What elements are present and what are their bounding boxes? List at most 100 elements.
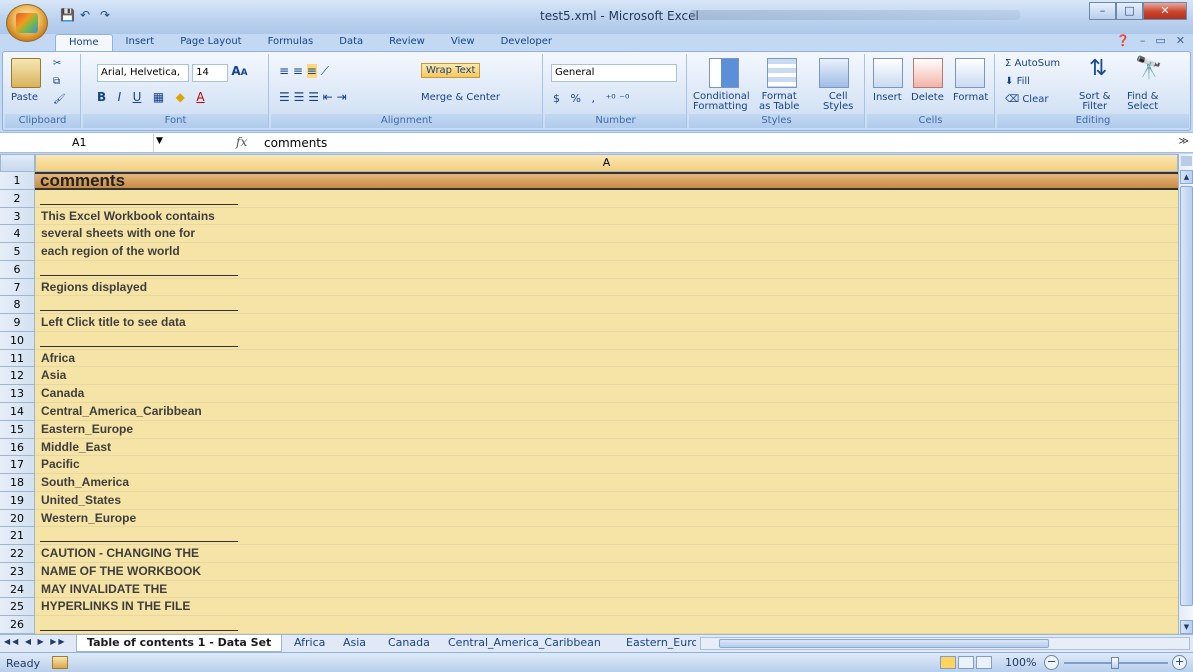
worksheet-grid[interactable]: 1 comments 2 3 This Excel Workbook contains 4… — [0, 172, 1178, 634]
office-button[interactable] — [6, 4, 48, 42]
cell[interactable]: Middle_East — [35, 438, 1178, 457]
vertical-scrollbar[interactable]: ▲ ▼ — [1178, 154, 1193, 634]
decrease-decimal-icon[interactable]: ⁻⁰ — [619, 92, 629, 105]
conditional-formatting-button[interactable]: Conditional Formatting — [693, 92, 750, 112]
conditional-formatting-icon[interactable] — [709, 58, 739, 88]
percent-button[interactable]: % — [571, 92, 581, 105]
copy-icon[interactable]: ⧉ — [53, 76, 60, 87]
cell-styles-icon[interactable] — [819, 58, 849, 88]
sort-filter-icon[interactable]: ⇅ — [1089, 56, 1107, 81]
cell[interactable] — [35, 331, 1178, 350]
cell[interactable]: each region of the world — [35, 243, 1178, 261]
row-header[interactable]: 6 — [0, 260, 35, 279]
font-size-dropdown[interactable]: 14 — [192, 64, 229, 82]
align-right-icon[interactable]: ☰ — [308, 90, 319, 104]
maximize-button[interactable]: □ — [1116, 2, 1143, 20]
minimize-button[interactable]: – — [1089, 2, 1116, 20]
row-header[interactable]: 21 — [0, 527, 35, 546]
select-all-corner[interactable] — [0, 154, 35, 172]
cell[interactable]: Regions displayed — [35, 278, 1178, 297]
cell[interactable]: Asia — [35, 367, 1178, 386]
vertical-scroll-thumb[interactable] — [1180, 186, 1193, 606]
cell[interactable]: Western_Europe — [35, 509, 1178, 528]
bold-icon[interactable]: B — [97, 90, 106, 104]
page-layout-view-icon[interactable] — [958, 656, 974, 669]
macro-record-icon[interactable] — [52, 656, 68, 669]
sheet-tab[interactable]: Table of contents 1 - Data Set — [76, 635, 283, 652]
sheet-tab[interactable]: Africa — [284, 635, 335, 652]
currency-button[interactable]: $ — [553, 92, 560, 105]
cell[interactable]: Canada — [35, 385, 1178, 403]
format-painter-icon[interactable]: 🖌 — [53, 94, 66, 105]
sheet-tab[interactable]: Asia — [333, 635, 376, 652]
tab-formulas[interactable]: Formulas — [255, 34, 327, 52]
ribbon-close-icon[interactable]: ✕ — [1176, 34, 1185, 47]
align-top-icon[interactable]: ≡ — [279, 64, 289, 78]
row-header[interactable]: 24 — [0, 580, 35, 599]
row-header[interactable]: 8 — [0, 296, 35, 315]
underline-icon[interactable]: U — [133, 90, 142, 104]
cell-a1-comments[interactable]: comments — [35, 172, 1178, 190]
align-center-icon[interactable]: ☰ — [294, 90, 305, 104]
name-box[interactable]: A1 — [2, 134, 154, 152]
sheet-tab[interactable]: Central_America_Caribbean — [438, 635, 611, 652]
fill-color-icon[interactable]: ◆ — [176, 90, 185, 104]
align-left-icon[interactable]: ☰ — [279, 90, 290, 104]
cell[interactable]: United_States — [35, 491, 1178, 510]
row-header[interactable]: 14 — [0, 403, 35, 421]
help-icon[interactable]: ❓ — [1116, 34, 1130, 47]
formula-input[interactable]: comments — [264, 136, 327, 150]
sort-filter-button[interactable]: Sort & Filter — [1079, 92, 1110, 112]
row-header[interactable]: 16 — [0, 438, 35, 457]
delete-cells-icon[interactable] — [913, 58, 943, 88]
wrap-text-button[interactable]: Wrap Text — [421, 63, 481, 78]
cell[interactable]: NAME OF THE WORKBOOK — [35, 562, 1178, 581]
format-cells-icon[interactable] — [955, 58, 985, 88]
cell[interactable]: Central_America_Caribbean — [35, 403, 1178, 421]
cell[interactable]: CAUTION - CHANGING THE — [35, 545, 1178, 563]
row-header[interactable]: 25 — [0, 598, 35, 617]
cell[interactable]: Eastern_Europe — [35, 420, 1178, 439]
expand-formula-bar-icon[interactable]: ≫ — [1179, 136, 1189, 147]
font-name-dropdown[interactable]: Arial, Helvetica, — [97, 64, 189, 82]
cell[interactable]: MAY INVALIDATE THE — [35, 580, 1178, 599]
grow-font-icon[interactable]: A — [231, 64, 240, 78]
cell[interactable]: HYPERLINKS IN THE FILE — [35, 598, 1178, 617]
tab-insert[interactable]: Insert — [113, 34, 168, 52]
row-header[interactable]: 7 — [0, 278, 35, 297]
cell[interactable]: Left Click title to see data — [35, 314, 1178, 332]
fill-button[interactable]: ⬇ Fill — [1005, 76, 1030, 87]
row-header[interactable]: 12 — [0, 367, 35, 386]
row-header[interactable]: 20 — [0, 509, 35, 528]
horizontal-scrollbar[interactable] — [700, 637, 1190, 650]
align-middle-icon[interactable]: ≡ — [293, 64, 303, 78]
cell[interactable] — [35, 296, 1178, 315]
increase-decimal-icon[interactable]: ⁺⁰ — [605, 92, 615, 105]
horizontal-scroll-thumb[interactable] — [719, 639, 1049, 648]
align-bottom-icon[interactable]: ≡ — [306, 64, 317, 78]
insert-cells-icon[interactable] — [873, 58, 903, 88]
cell[interactable]: Africa — [35, 349, 1178, 368]
tab-page-layout[interactable]: Page Layout — [167, 34, 254, 52]
split-box[interactable] — [1181, 156, 1192, 166]
sheet-navigation-icons[interactable]: ◀◀ ◀ ▶ ▶▶ — [4, 637, 67, 646]
cell[interactable] — [35, 189, 1178, 208]
format-cells-button[interactable]: Format — [953, 92, 988, 103]
zoom-level[interactable]: 100% — [1005, 656, 1036, 669]
merge-center-button[interactable]: Merge & Center — [421, 92, 500, 103]
autosum-button[interactable]: Σ AutoSum — [1005, 58, 1060, 69]
delete-cells-button[interactable]: Delete — [911, 92, 944, 103]
find-select-button[interactable]: Find & Select — [1127, 92, 1158, 112]
insert-cells-button[interactable]: Insert — [873, 92, 902, 103]
ribbon-minimize-icon[interactable]: – — [1140, 34, 1146, 47]
row-header[interactable]: 2 — [0, 189, 35, 208]
cell[interactable]: This Excel Workbook contains — [35, 207, 1178, 226]
row-header[interactable]: 10 — [0, 331, 35, 350]
redo-icon[interactable]: ↷ — [100, 8, 116, 22]
increase-indent-icon[interactable]: ⇥ — [337, 90, 347, 104]
cell[interactable]: several sheets with one for — [35, 225, 1178, 244]
paste-icon[interactable] — [11, 58, 41, 88]
column-header-a[interactable]: A — [35, 154, 1178, 172]
row-header[interactable]: 15 — [0, 420, 35, 439]
cell[interactable] — [35, 527, 1178, 546]
